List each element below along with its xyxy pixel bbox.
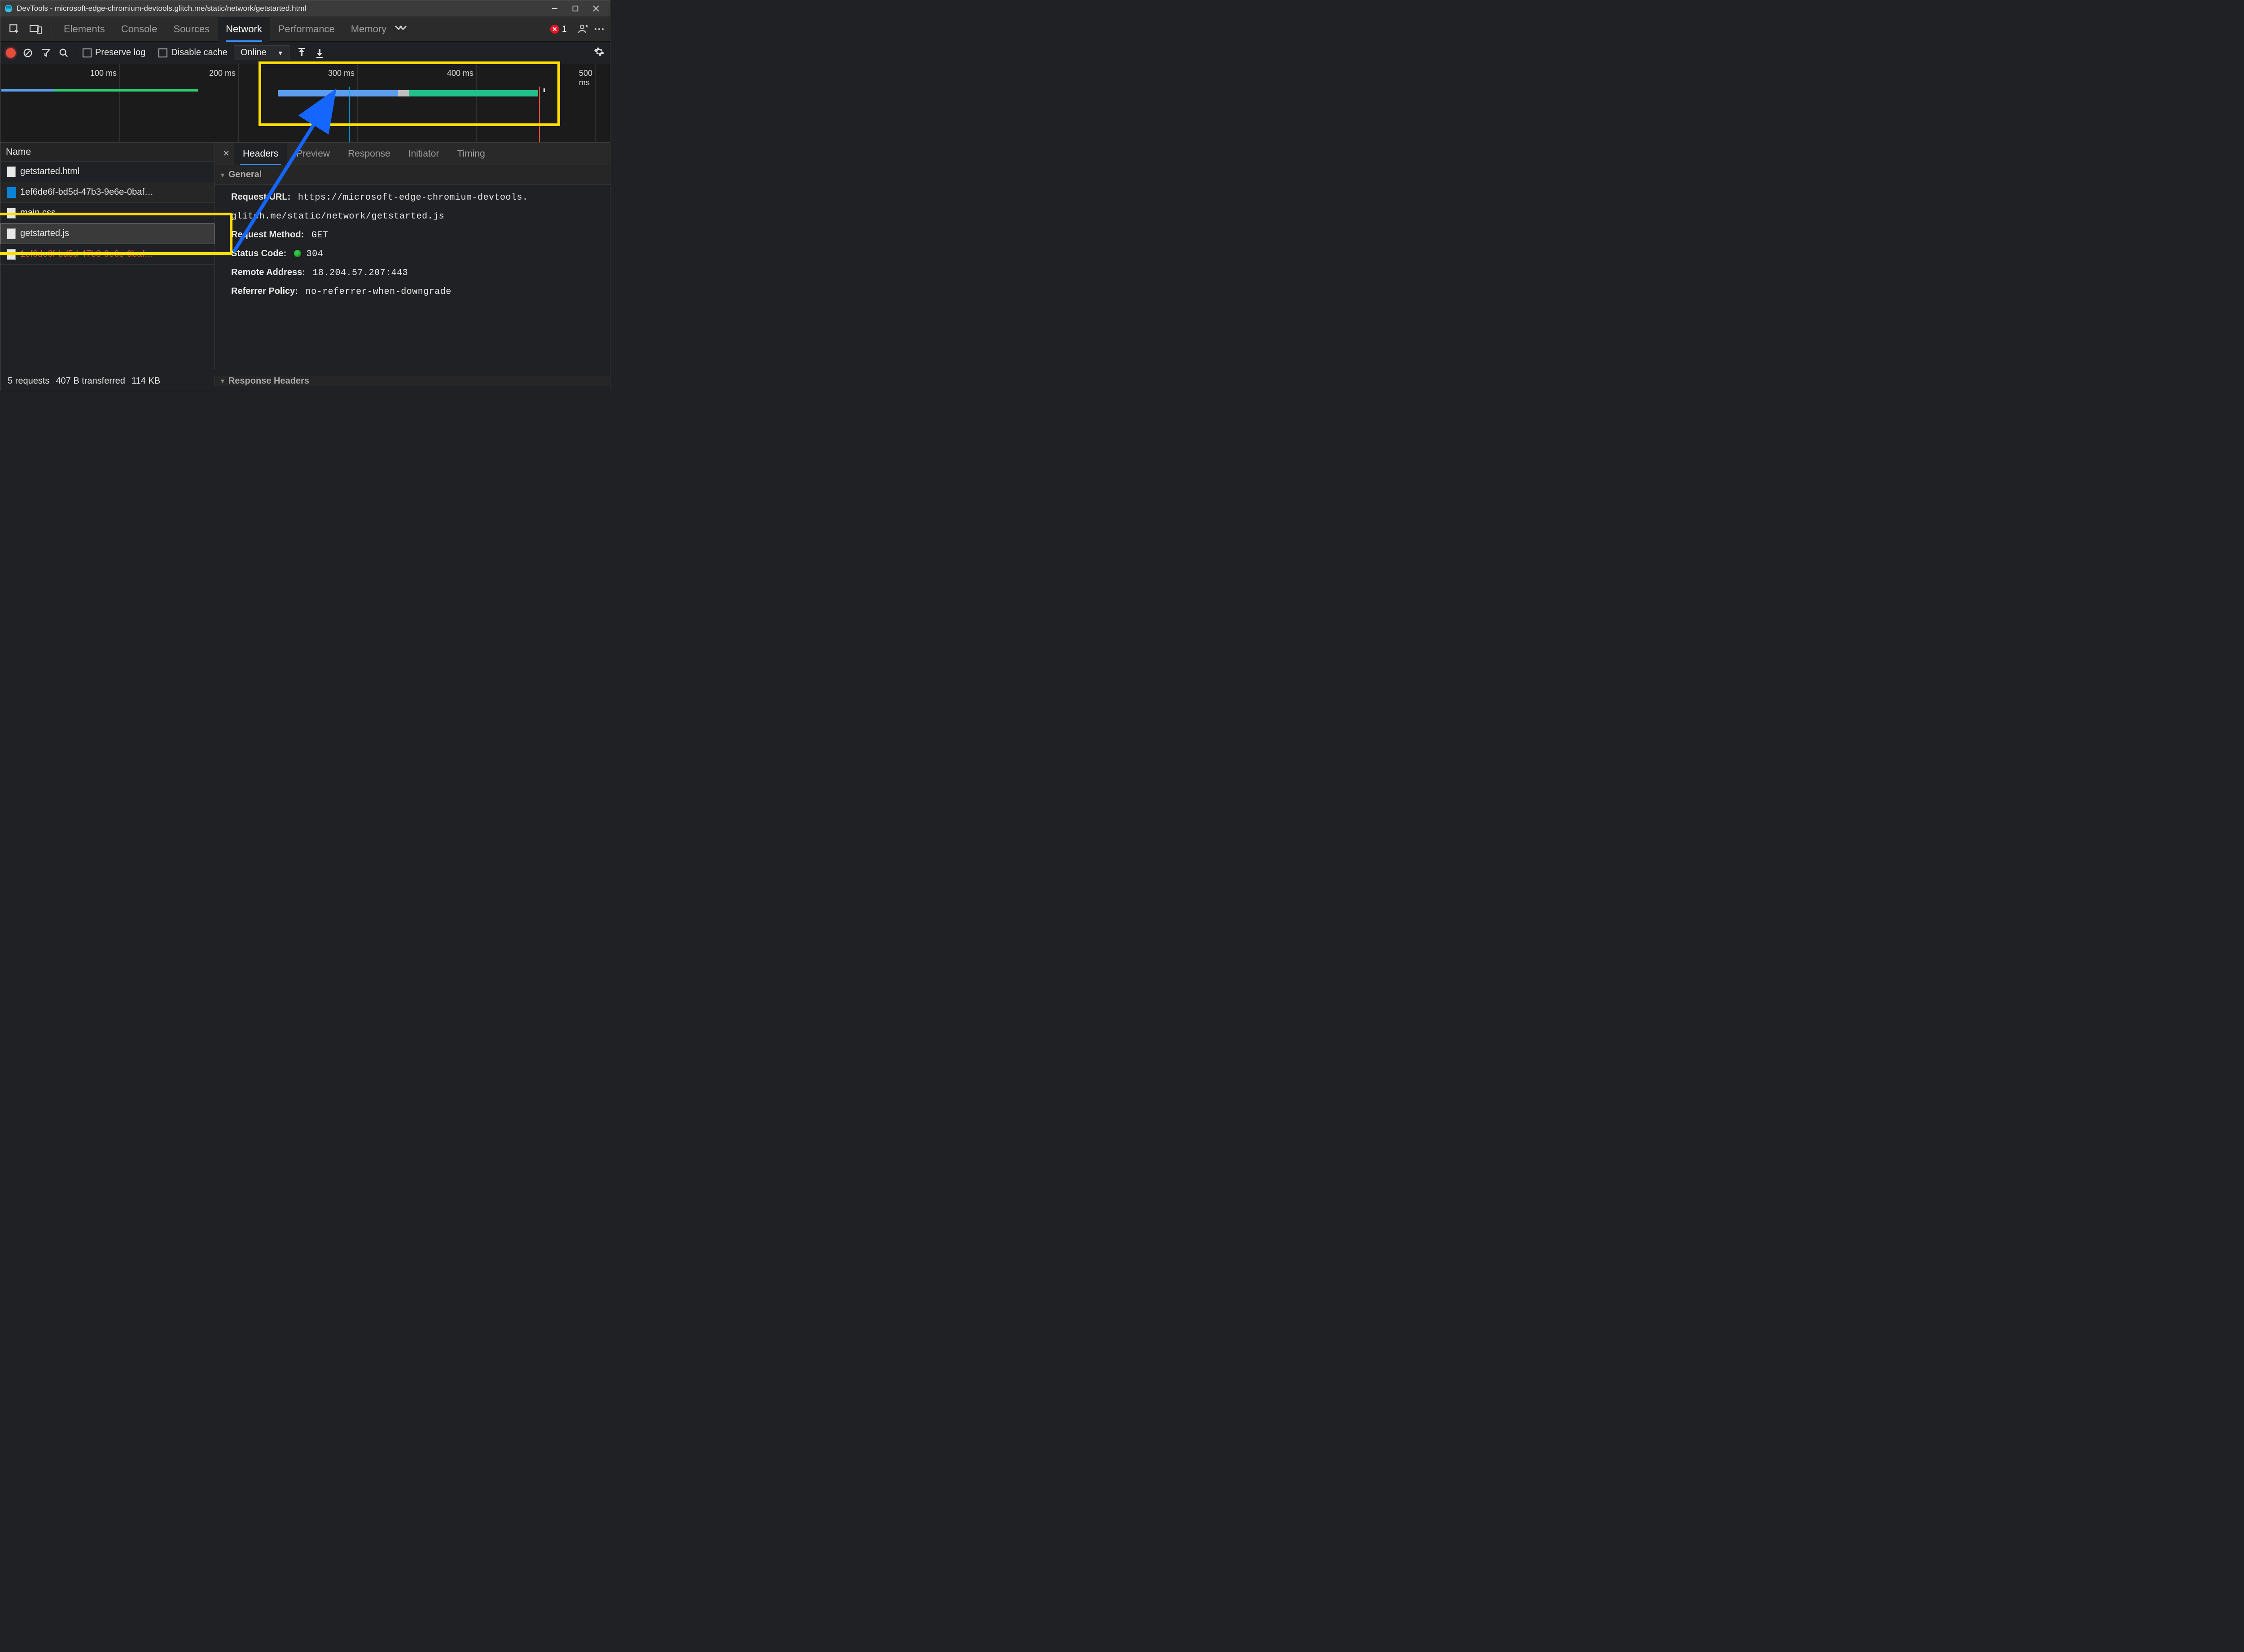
section-response-headers[interactable]: ▼ Response Headers	[215, 376, 610, 386]
request-method-label: Request Method:	[231, 230, 304, 240]
network-split: Name getstarted.html 1ef6de6f-bd5d-47b3-…	[0, 143, 610, 370]
status-dot-icon	[294, 250, 301, 257]
tab-sources[interactable]: Sources	[165, 17, 218, 42]
column-header-name[interactable]: Name	[0, 143, 215, 162]
settings-menu-icon[interactable]	[591, 27, 607, 31]
error-count: 1	[562, 24, 567, 35]
request-url-value-cont: glitch.me/static/network/getstarted.js	[231, 211, 444, 222]
device-toolbar-icon[interactable]	[26, 20, 45, 38]
annotation-highlight-box	[0, 213, 232, 255]
status-transferred: 407 B transferred	[56, 376, 125, 386]
tick-500ms: 500 ms	[579, 69, 595, 87]
throttling-select[interactable]: Online ▼	[234, 45, 289, 60]
tab-timing[interactable]: Timing	[448, 143, 494, 165]
window-title: DevTools - microsoft-edge-chromium-devto…	[17, 4, 306, 13]
disclosure-triangle-icon: ▼	[219, 377, 226, 385]
remote-address-value: 18.204.57.207:443	[313, 268, 408, 278]
detail-tabstrip: ✕ Headers Preview Response Initiator Tim…	[215, 143, 610, 165]
status-requests: 5 requests	[8, 376, 49, 386]
request-name: getstarted.html	[20, 166, 79, 177]
feedback-icon[interactable]	[575, 24, 591, 35]
error-icon: ✕	[550, 25, 559, 34]
error-indicator[interactable]: ✕ 1	[550, 24, 567, 35]
tick-100ms: 100 ms	[90, 69, 119, 78]
annotation-highlight-box	[259, 61, 560, 126]
tab-memory[interactable]: Memory	[343, 17, 394, 42]
tab-elements[interactable]: Elements	[56, 17, 113, 42]
section-general[interactable]: ▼ General	[215, 165, 610, 185]
tab-network[interactable]: Network	[218, 17, 270, 42]
request-row[interactable]: 1ef6de6f-bd5d-47b3-9e6e-0baf…	[0, 182, 215, 203]
status-code-label: Status Code:	[231, 249, 286, 258]
record-button[interactable]	[6, 48, 16, 58]
status-summary: 5 requests 407 B transferred 114 KB	[0, 376, 215, 386]
preserve-log-checkbox[interactable]: Preserve log	[83, 48, 145, 58]
general-headers-block: Request URL: https://microsoft-edge-chro…	[215, 185, 610, 305]
request-url-value: https://microsoft-edge-chromium-devtools…	[298, 192, 528, 203]
tick-200ms: 200 ms	[209, 69, 238, 78]
request-url-label: Request URL:	[231, 192, 290, 202]
devtools-app-icon	[4, 4, 13, 13]
tab-headers[interactable]: Headers	[234, 143, 287, 165]
close-button[interactable]	[586, 0, 606, 17]
clear-icon[interactable]	[22, 47, 34, 59]
disclosure-triangle-icon: ▼	[219, 171, 226, 179]
download-har-icon[interactable]	[314, 47, 325, 59]
remote-address-label: Remote Address:	[231, 267, 305, 277]
status-resources: 114 KB	[131, 376, 160, 386]
status-code-value: 304	[307, 249, 324, 259]
request-name: 1ef6de6f-bd5d-47b3-9e6e-0baf…	[20, 187, 153, 197]
tab-initiator[interactable]: Initiator	[399, 143, 448, 165]
panel-tabstrip: Elements Console Sources Network Perform…	[0, 17, 610, 42]
file-icon	[7, 166, 16, 177]
edge-favicon-icon	[7, 187, 16, 198]
request-detail-panel: ✕ Headers Preview Response Initiator Tim…	[215, 143, 610, 370]
referrer-policy-label: Referrer Policy:	[231, 286, 298, 296]
devtools-window: DevTools - microsoft-edge-chromium-devto…	[0, 0, 610, 391]
search-icon[interactable]	[58, 47, 70, 59]
upload-har-icon[interactable]	[296, 47, 307, 59]
minimize-button[interactable]	[544, 0, 565, 17]
network-settings-icon[interactable]	[594, 46, 605, 60]
inspect-element-icon[interactable]	[5, 20, 24, 38]
disable-cache-checkbox[interactable]: Disable cache	[158, 48, 228, 58]
referrer-policy-value: no-referrer-when-downgrade	[306, 287, 451, 297]
titlebar: DevTools - microsoft-edge-chromium-devto…	[0, 0, 610, 17]
request-row[interactable]: getstarted.html	[0, 162, 215, 182]
overview-bar	[1, 89, 54, 92]
overview-bar	[54, 89, 198, 92]
network-toolbar: Preserve log Disable cache Online ▼	[0, 42, 610, 64]
request-list-panel: Name getstarted.html 1ef6de6f-bd5d-47b3-…	[0, 143, 215, 370]
status-bar: 5 requests 407 B transferred 114 KB ▼ Re…	[0, 370, 610, 392]
chevron-down-icon: ▼	[277, 49, 284, 57]
tab-response[interactable]: Response	[339, 143, 399, 165]
tab-performance[interactable]: Performance	[270, 17, 343, 42]
maximize-button[interactable]	[565, 0, 586, 17]
filter-icon[interactable]	[40, 47, 52, 59]
request-method-value: GET	[311, 230, 329, 240]
close-details-icon[interactable]: ✕	[219, 149, 234, 158]
more-tabs-icon[interactable]	[394, 23, 407, 35]
tab-console[interactable]: Console	[113, 17, 166, 42]
tab-preview[interactable]: Preview	[287, 143, 339, 165]
network-overview[interactable]: 100 ms 200 ms 300 ms 400 ms 500 ms	[0, 64, 610, 143]
